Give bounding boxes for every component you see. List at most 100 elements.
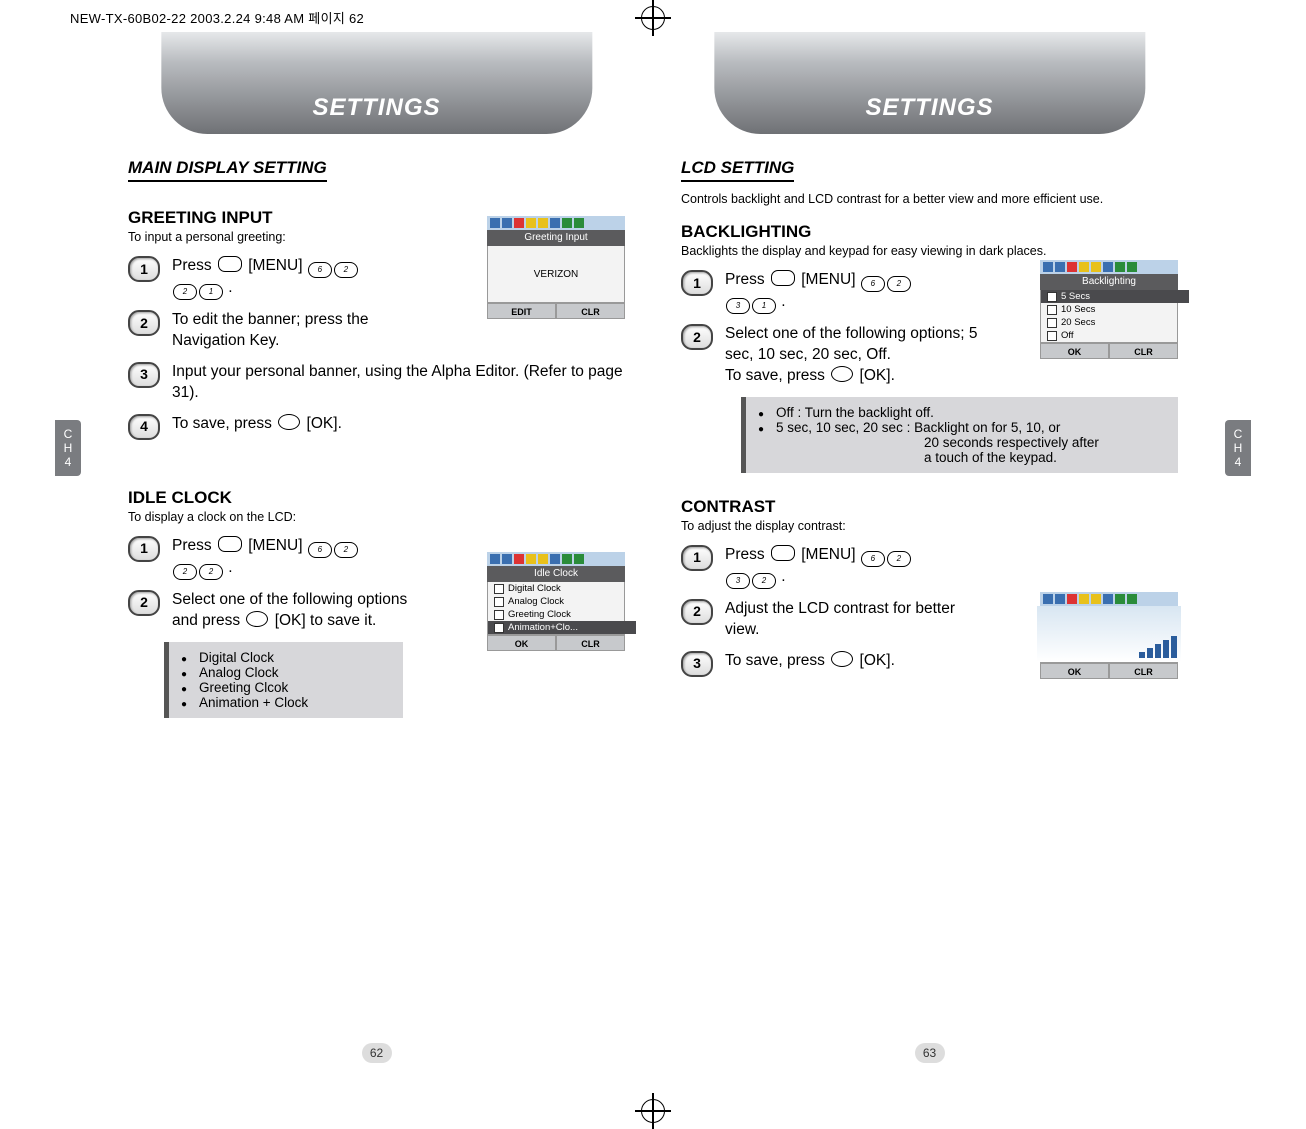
header-pill-right: SETTINGS <box>714 32 1145 134</box>
key-6: 6 <box>861 276 885 292</box>
nav-key-icon <box>246 611 268 627</box>
phone-idle-clock: Idle Clock Digital Clock Analog Clock Gr… <box>487 552 625 651</box>
step-badge: 2 <box>128 590 160 616</box>
key-2: 2 <box>334 542 358 558</box>
section-main-display: MAIN DISPLAY SETTING <box>128 158 327 182</box>
step-badge: 2 <box>681 599 713 625</box>
key-2: 2 <box>887 276 911 292</box>
step-badge: 1 <box>681 270 713 296</box>
step-2: 2 To edit the banner; press the Navigati… <box>128 310 428 352</box>
subhead-idle-clock: IDLE CLOCK <box>128 488 625 508</box>
step-badge: 3 <box>681 651 713 677</box>
phone-backlighting: Backlighting 5 Secs 10 Secs 20 Secs Off … <box>1040 260 1178 359</box>
key-2: 2 <box>173 564 197 580</box>
page-title: SETTINGS <box>865 94 993 122</box>
softkey-edit[interactable]: EDIT <box>487 303 556 319</box>
step-badge: 4 <box>128 414 160 440</box>
phone-title: Backlighting <box>1040 274 1178 290</box>
caption-lcd: Controls backlight and LCD contrast for … <box>681 192 1178 206</box>
step-1: 1 Press [MENU] 6221 . <box>128 256 428 300</box>
page-number-right: 63 <box>915 1043 945 1063</box>
step-badge: 2 <box>681 324 713 350</box>
key-3: 3 <box>726 573 750 589</box>
key-2: 2 <box>173 284 197 300</box>
phone-option[interactable]: Digital Clock <box>488 582 636 595</box>
menu-key-icon <box>771 270 795 286</box>
phone-option-selected[interactable]: 5 Secs <box>1041 290 1189 303</box>
phone-option[interactable]: Greeting Clock <box>488 608 636 621</box>
phone-option[interactable]: 10 Secs <box>1041 303 1189 316</box>
phone-option[interactable]: Analog Clock <box>488 595 636 608</box>
phone-body: Digital Clock Analog Clock Greeting Cloc… <box>487 582 625 635</box>
step-2: 2 Adjust the LCD contrast for better vie… <box>681 599 981 641</box>
header-pill-left: SETTINGS <box>161 32 592 134</box>
key-6: 6 <box>308 262 332 278</box>
bullet-icon <box>181 695 189 710</box>
step-4: 4 To save, press [OK]. <box>128 414 625 440</box>
caption-idle-clock: To display a clock on the LCD: <box>128 510 625 524</box>
page-left: SETTINGS MAIN DISPLAY SETTING GREETING I… <box>100 32 653 1069</box>
subhead-contrast: CONTRAST <box>681 497 1178 517</box>
contrast-bars-icon <box>1139 636 1177 658</box>
section-lcd-setting: LCD SETTING <box>681 158 794 182</box>
step-1: 1 Press [MENU] 6232 . <box>681 545 981 589</box>
step-badge: 1 <box>128 536 160 562</box>
phone-title: Idle Clock <box>487 566 625 582</box>
page-number-left: 62 <box>362 1043 392 1063</box>
phone-statusbar <box>1040 260 1178 274</box>
phone-body: VERIZON <box>487 246 625 303</box>
page-right: SETTINGS LCD SETTING Controls backlight … <box>653 32 1206 1069</box>
phone-body <box>1040 606 1178 663</box>
step-3: 3 To save, press [OK]. <box>681 651 981 677</box>
crop-mark-bottom <box>635 1093 671 1129</box>
key-2: 2 <box>334 262 358 278</box>
softkey-clr[interactable]: CLR <box>556 635 625 651</box>
bullet-icon <box>758 420 766 465</box>
phone-greeting: Greeting Input VERIZON EDIT CLR <box>487 216 625 319</box>
softkey-clr[interactable]: CLR <box>1109 343 1178 359</box>
step-2: 2 Select one of the following options an… <box>128 590 428 632</box>
menu-key-icon <box>218 536 242 552</box>
phone-statusbar <box>1040 592 1178 606</box>
bullet-icon <box>181 680 189 695</box>
phone-option[interactable]: 20 Secs <box>1041 316 1189 329</box>
key-3: 3 <box>726 298 750 314</box>
softkey-ok[interactable]: OK <box>1040 343 1109 359</box>
softkey-ok[interactable]: OK <box>1040 663 1109 679</box>
softkey-ok[interactable]: OK <box>487 635 556 651</box>
bullet-icon <box>758 405 766 420</box>
crop-mark-top <box>635 0 671 36</box>
print-header: NEW-TX-60B02-22 2003.2.24 9:48 AM 페이지 62 <box>70 8 364 27</box>
phone-contrast: OK CLR <box>1040 592 1178 679</box>
options-note: Digital Clock Analog Clock Greeting Clco… <box>164 642 403 718</box>
step-1: 1 Press [MENU] 6222 . <box>128 536 428 580</box>
step-badge: 1 <box>681 545 713 571</box>
menu-key-icon <box>771 545 795 561</box>
step-badge: 1 <box>128 256 160 282</box>
key-6: 6 <box>861 551 885 567</box>
chapter-tab-left: C H 4 <box>55 420 81 476</box>
bullet-icon <box>181 650 189 665</box>
greeting-value: VERIZON <box>534 269 578 280</box>
step-1: 1 Press [MENU] 6231 . <box>681 270 981 314</box>
softkey-clr[interactable]: CLR <box>556 303 625 319</box>
chapter-tab-right: C H 4 <box>1225 420 1251 476</box>
menu-key-icon <box>218 256 242 272</box>
caption-backlighting: Backlights the display and keypad for ea… <box>681 244 1178 258</box>
step-3: 3 Input your personal banner, using the … <box>128 362 625 404</box>
key-1: 1 <box>199 284 223 300</box>
phone-option-selected[interactable]: Animation+Clo... <box>488 621 636 634</box>
key-2: 2 <box>887 551 911 567</box>
key-2: 2 <box>752 573 776 589</box>
nav-key-icon <box>278 414 300 430</box>
phone-statusbar <box>487 552 625 566</box>
softkey-clr[interactable]: CLR <box>1109 663 1178 679</box>
phone-statusbar <box>487 216 625 230</box>
key-2: 2 <box>199 564 223 580</box>
nav-key-icon <box>831 366 853 382</box>
bullet-icon <box>181 665 189 680</box>
page-title: SETTINGS <box>312 94 440 122</box>
phone-body: 5 Secs 10 Secs 20 Secs Off <box>1040 290 1178 343</box>
phone-option[interactable]: Off <box>1041 329 1189 342</box>
step-badge: 2 <box>128 310 160 336</box>
